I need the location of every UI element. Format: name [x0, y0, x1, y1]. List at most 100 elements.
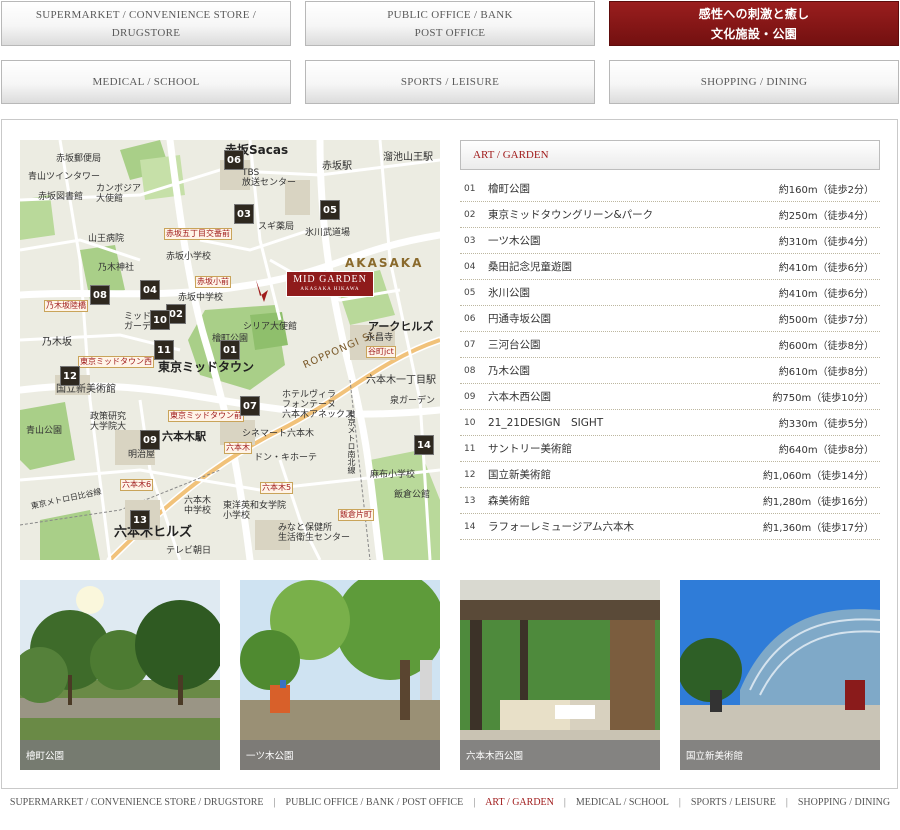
map-label-hotel-villa: ホテルヴィラ フォンテーヌ 六本木アネックス	[282, 390, 354, 420]
item-name: 六本木西公園	[488, 391, 551, 403]
map-label-hikawa: 氷川武道場	[305, 228, 351, 238]
item-distance: 約410m（徒歩6分）	[778, 289, 874, 300]
photo-hitotsugi-park[interactable]: 一ツ木公園	[240, 580, 440, 770]
map-label-cinemart: シネマート六本木	[242, 429, 315, 439]
list-item[interactable]: 11 サントリー美術館 約640m（徒歩8分）	[460, 436, 880, 462]
map-label-nanboku: 東京メトロ南北線	[347, 410, 356, 474]
list-item[interactable]: 04 桑田記念児童遊園 約410m（徒歩6分）	[460, 254, 880, 280]
item-number: 05	[464, 287, 476, 298]
list-item[interactable]: 14 ラフォーレミュージアム六本木 約1,360m（徒歩17分）	[460, 514, 880, 540]
tab-shopping-dining[interactable]: SHOPPING / DINING	[609, 60, 899, 104]
map-marker-04[interactable]: 04	[140, 280, 160, 300]
photo-national-art-center[interactable]: 国立新美術館	[680, 580, 880, 770]
map-label-iikura: 飯倉公館	[394, 490, 431, 500]
map-label-azabu-elem: 麻布小学校	[370, 470, 416, 480]
map-marker-05[interactable]: 05	[320, 200, 340, 220]
tab-label: SUPERMARKET / CONVENIENCE STORE / DRUGST…	[35, 8, 257, 39]
item-name: 円通寺坂公園	[488, 313, 551, 325]
list-item[interactable]: 03 一ツ木公園 約310m（徒歩4分）	[460, 228, 880, 254]
list-header: ART / GARDEN	[460, 140, 880, 170]
map-marker-10[interactable]: 10	[150, 310, 170, 330]
footer-link-sports-leisure[interactable]: SPORTS / LEISURE	[691, 797, 776, 808]
map-label-seisaku: 政策研究 大学院大	[90, 412, 127, 432]
item-name: 桑田記念児童遊園	[488, 261, 572, 273]
mid-garden-badge: MID GARDEN AKASAKA HIKAWA	[286, 271, 374, 297]
item-name: 氷川公園	[488, 287, 530, 299]
item-name: 森美術館	[488, 495, 530, 507]
footer-link-shopping-dining[interactable]: SHOPPING / DINING	[798, 797, 890, 808]
list-item[interactable]: 07 三河台公園 約600m（徒歩8分）	[460, 332, 880, 358]
tab-medical-school[interactable]: MEDICAL / SCHOOL	[1, 60, 291, 104]
map-label-eigenji: 永昌寺	[366, 333, 394, 343]
map-label-roppongi-jhs: 六本木 中学校	[184, 496, 212, 516]
map-label-sanno: 山王病院	[88, 234, 125, 244]
list-item[interactable]: 02 東京ミッドタウングリーン&パーク 約250m（徒歩4分）	[460, 202, 880, 228]
item-name: 東京ミッドタウングリーン&パーク	[488, 209, 654, 221]
footer-link-supermarket[interactable]: SUPERMARKET / CONVENIENCE STORE / DRUGST…	[10, 797, 264, 808]
map-marker-13[interactable]: 13	[130, 510, 150, 530]
item-distance: 約1,280m（徒歩16分）	[762, 497, 874, 508]
item-name: 一ツ木公園	[488, 235, 541, 247]
tab-label: MEDICAL / SCHOOL	[92, 76, 200, 88]
map-marker-11[interactable]: 11	[154, 340, 174, 360]
photo-hinokicho-park[interactable]: 檜町公園	[20, 580, 220, 770]
item-distance: 約310m（徒歩4分）	[778, 237, 874, 248]
item-number: 04	[464, 261, 476, 272]
list-item[interactable]: 06 円通寺坂公園 約500m（徒歩7分）	[460, 306, 880, 332]
item-distance: 約330m（徒歩5分）	[778, 419, 874, 430]
tab-label: PUBLIC OFFICE / BANK POST OFFICE	[387, 8, 513, 39]
footer-link-art-garden[interactable]: ART / GARDEN	[485, 797, 554, 808]
photo-caption: 檜町公園	[20, 740, 220, 770]
map-marker-12[interactable]: 12	[60, 366, 80, 386]
item-name: 国立新美術館	[488, 469, 551, 481]
item-distance: 約250m（徒歩4分）	[778, 211, 874, 222]
item-distance: 約1,360m（徒歩17分）	[762, 523, 874, 534]
item-number: 09	[464, 391, 476, 402]
item-number: 01	[464, 183, 476, 194]
item-number: 06	[464, 313, 476, 324]
item-distance: 約160m（徒歩2分）	[778, 185, 874, 196]
map-label-aoyama-park: 青山公園	[26, 426, 63, 436]
item-distance: 約500m（徒歩7分）	[778, 315, 874, 326]
map-label-akasaka-library: 赤坂図書館	[38, 192, 84, 202]
map-label-izumi-garden: 泉ガーデン	[390, 396, 436, 406]
list-item[interactable]: 09 六本木西公園 約750m（徒歩10分）	[460, 384, 880, 410]
map-marker-14[interactable]: 14	[414, 435, 434, 455]
list-item[interactable]: 05 氷川公園 約410m（徒歩6分）	[460, 280, 880, 306]
footer-link-public-office[interactable]: PUBLIC OFFICE / BANK / POST OFFICE	[286, 797, 464, 808]
map-marker-06[interactable]: 06	[224, 150, 244, 170]
item-number: 14	[464, 521, 476, 532]
list-item[interactable]: 01 檜町公園 約160m（徒歩2分）	[460, 176, 880, 202]
map-label-akasaka: AKASAKA	[345, 256, 424, 270]
map-label-sugi: スギ薬局	[258, 222, 295, 232]
map-marker-01[interactable]: 01	[220, 340, 240, 360]
map-marker-09[interactable]: 09	[140, 430, 160, 450]
list-item[interactable]: 10 21_21DESIGN SIGHT 約330m（徒歩5分）	[460, 410, 880, 436]
item-distance: 約600m（徒歩8分）	[778, 341, 874, 352]
list-item[interactable]: 12 国立新美術館 約1,060m（徒歩14分）	[460, 462, 880, 488]
map-label-roppongi-1: 六本木一丁目駅	[366, 375, 436, 386]
map-sign-midtown-mae: 東京ミッドタウン前	[168, 410, 244, 422]
mid-garden-subtitle: AKASAKA HIKAWA	[300, 287, 360, 292]
item-number: 10	[464, 417, 476, 428]
map-marker-08[interactable]: 08	[90, 285, 110, 305]
footer-separator: |	[785, 796, 788, 808]
photo-caption: 一ツ木公園	[240, 740, 440, 770]
tab-public-office[interactable]: PUBLIC OFFICE / BANK POST OFFICE	[305, 1, 595, 46]
footer-link-medical-school[interactable]: MEDICAL / SCHOOL	[576, 797, 669, 808]
list-item[interactable]: 13 森美術館 約1,280m（徒歩16分）	[460, 488, 880, 514]
photo-roppongi-nishi-park[interactable]: 六本木西公園	[460, 580, 660, 770]
map-sign-roppongi-5: 六本木5	[260, 482, 294, 494]
item-number: 07	[464, 339, 476, 350]
map-label-roppongi-hills: 六本木ヒルズ	[114, 525, 193, 540]
item-number: 11	[464, 443, 476, 454]
item-name: 檜町公園	[488, 183, 530, 195]
area-map[interactable]: 赤坂Sacas 赤坂駅 溜池山王駅 TBS 放送センター 赤坂郵便局 青山ツイン…	[20, 140, 440, 560]
map-label-cambodia: カンボジア 大使館	[96, 184, 142, 204]
tab-supermarket[interactable]: SUPERMARKET / CONVENIENCE STORE / DRUGST…	[1, 1, 291, 46]
tab-sports-leisure[interactable]: SPORTS / LEISURE	[305, 60, 595, 104]
map-marker-03[interactable]: 03	[234, 204, 254, 224]
list-item[interactable]: 08 乃木公園 約610m（徒歩8分）	[460, 358, 880, 384]
tab-art-garden[interactable]: 感性への刺激と癒し 文化施設・公園	[609, 1, 899, 46]
map-marker-07[interactable]: 07	[240, 396, 260, 416]
